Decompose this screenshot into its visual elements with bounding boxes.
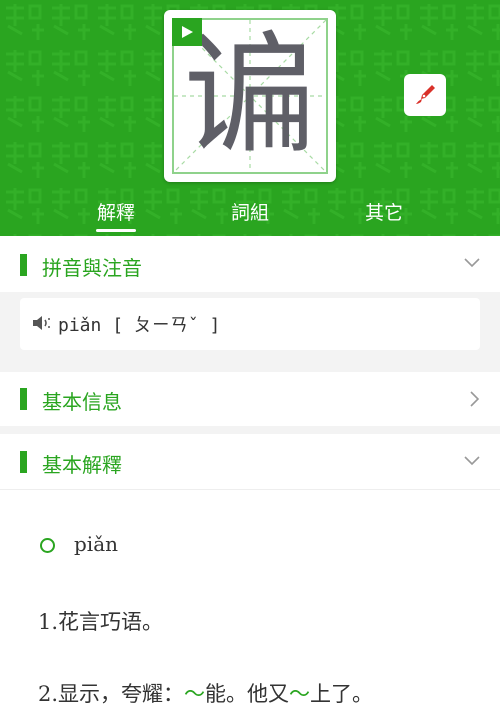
chevron-down-icon	[464, 258, 480, 268]
reading-pinyin: piǎn	[74, 532, 119, 556]
section-title: 基本解釋	[42, 453, 122, 477]
section-pinyin-header[interactable]: 拼音與注音	[0, 236, 500, 292]
chevron-right-icon	[470, 391, 480, 407]
section-basic-info-header[interactable]: 基本信息	[0, 372, 500, 426]
definition-item: 1.花言巧语。	[38, 606, 163, 636]
definition-text: 花言巧语。	[58, 610, 164, 634]
circle-icon	[40, 538, 55, 553]
definition-number: 2.	[38, 682, 59, 706]
character-header: 谝 解釋 詞組 其它	[0, 0, 500, 236]
play-icon	[182, 26, 193, 38]
chevron-down-icon	[464, 456, 480, 466]
zhuyin-value: [ ㄆㄧㄢˇ ]	[112, 315, 221, 336]
section-title: 基本信息	[42, 390, 122, 414]
definition-item: 2.显示，夸耀：～能。他又～上了。	[38, 678, 373, 708]
active-tab-indicator	[96, 229, 136, 232]
section-marker	[20, 388, 27, 410]
definition-text: 能。他又	[205, 682, 290, 706]
headword-placeholder: ～	[184, 682, 206, 706]
character-card: 谝	[164, 10, 336, 182]
play-stroke-button[interactable]	[172, 18, 202, 46]
section-marker	[20, 451, 27, 473]
tab-explanation[interactable]: 解釋	[96, 198, 136, 228]
pinyin-value: piǎn	[58, 315, 102, 336]
definition-text: 上了。	[310, 682, 374, 706]
handwriting-button[interactable]	[404, 74, 446, 116]
section-title: 拼音與注音	[42, 256, 142, 280]
definition-text: 显示，夸耀：	[58, 682, 185, 706]
tab-other[interactable]: 其它	[364, 198, 404, 228]
pronunciation-card: piǎn [ ㄆㄧㄢˇ ]	[20, 298, 480, 350]
tab-phrases[interactable]: 詞組	[230, 198, 270, 228]
brush-icon	[416, 85, 435, 104]
section-basic-explain-header[interactable]: 基本解釋	[0, 434, 500, 490]
explanation-content: piǎn 1.花言巧语。 2.显示，夸耀：～能。他又～上了。	[0, 490, 500, 709]
section-marker	[20, 254, 27, 276]
headword-placeholder: ～	[289, 682, 311, 706]
tab-bar: 解釋 詞組 其它	[0, 198, 500, 236]
pronunciation-text: piǎn [ ㄆㄧㄢˇ ]	[58, 311, 220, 337]
speaker-icon[interactable]	[32, 314, 52, 332]
definition-number: 1.	[38, 610, 59, 634]
